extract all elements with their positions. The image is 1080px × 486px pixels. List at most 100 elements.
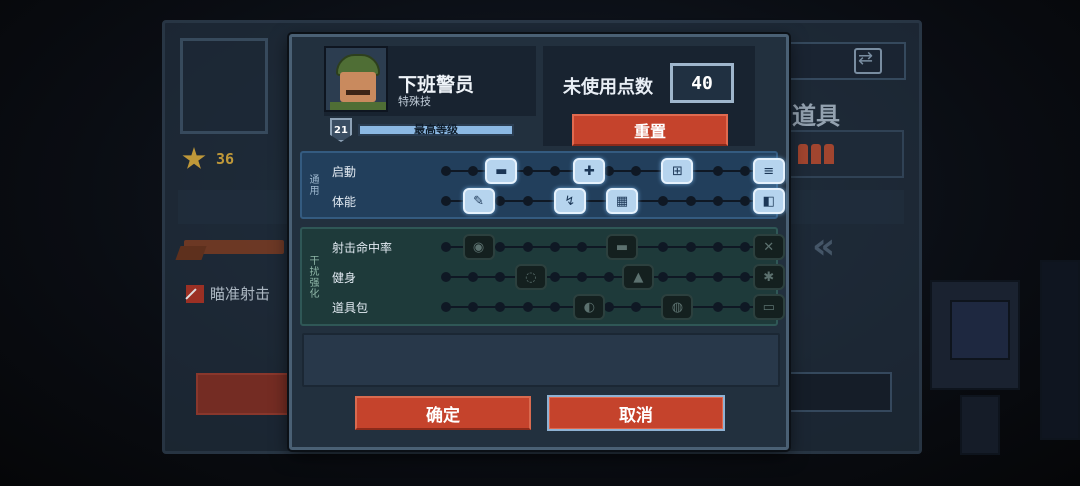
- track-dot: [712, 166, 723, 176]
- skill-label: 启動: [332, 165, 357, 179]
- cancel-button[interactable]: 取消: [547, 395, 725, 431]
- track-dot: [549, 272, 560, 282]
- track-dot: [576, 242, 587, 252]
- track-dot: [522, 302, 533, 312]
- skill-label: 健身: [332, 271, 357, 285]
- track-dot: [712, 196, 723, 206]
- skill-tree-dialog: 下班警员 特殊技 21 最高等级 未使用点数 40 重置 通用 启動 ▬ ✚ ⊞ ≡ …: [289, 34, 789, 450]
- track-dot: [685, 272, 696, 282]
- battery-icon[interactable]: ▭: [752, 294, 785, 320]
- level-label: 最高等级: [414, 123, 458, 136]
- bag-icon[interactable]: ◐: [573, 294, 606, 320]
- unused-points-value: 40: [670, 63, 734, 103]
- unused-points-label: 未使用点数: [563, 77, 653, 98]
- base-hero-portrait: [180, 38, 268, 134]
- hero-subtitle: 特殊技: [398, 95, 431, 108]
- track-dot: [685, 196, 696, 206]
- skill-label: 体能: [332, 195, 357, 209]
- items-title: 道具: [792, 102, 840, 130]
- track-dot: [712, 302, 723, 312]
- track-dot: [712, 272, 723, 282]
- sprint-icon[interactable]: ↯: [553, 188, 586, 214]
- armor-icon[interactable]: ▦: [606, 188, 639, 214]
- hero-portrait: [324, 46, 388, 112]
- rifle-icon: [184, 240, 284, 254]
- skill-row: 启動 ▬ ✚ ⊞ ≡: [326, 157, 785, 185]
- track-dot: [495, 272, 506, 282]
- track-dot: [441, 196, 451, 206]
- skill-row: 健身 ◌ ▲ ✱: [326, 263, 785, 291]
- track-dot: [522, 242, 533, 252]
- track-dot: [549, 242, 560, 252]
- crosshair-icon[interactable]: ✕: [752, 234, 785, 260]
- track-dot: [658, 242, 669, 252]
- track-dot: [604, 166, 614, 176]
- track-dot: [739, 242, 750, 252]
- bullet-icon[interactable]: ◉: [462, 234, 495, 260]
- track-dot: [495, 196, 506, 206]
- background-wall: [1040, 260, 1080, 440]
- rifle-icon[interactable]: ▬: [606, 234, 639, 260]
- group-tab-interfere: 干扰强化: [307, 254, 318, 299]
- knife-icon[interactable]: ✎: [462, 188, 495, 214]
- track-dot: [522, 166, 533, 176]
- flask-icon[interactable]: ◧: [752, 188, 785, 214]
- reset-button[interactable]: 重置: [572, 114, 728, 146]
- track-dot: [495, 242, 506, 252]
- track-dot: [712, 242, 723, 252]
- track-dot: [441, 242, 451, 252]
- chevron-left-icon: «: [812, 226, 836, 267]
- crate-icon[interactable]: ≡: [752, 158, 785, 184]
- base-input-box: [786, 372, 892, 412]
- aim-shot-skill: 瞄准射击: [186, 283, 270, 304]
- skill-group-general: 通用 启動 ▬ ✚ ⊞ ≡ 体能 ✎ ↯ ▦ ◧: [300, 151, 785, 219]
- level-badge: 21: [330, 118, 352, 142]
- track-dot: [441, 166, 451, 176]
- track-dot: [441, 302, 451, 312]
- track-dot: [468, 272, 479, 282]
- track-dot: [522, 196, 533, 206]
- swap-icon: [854, 48, 882, 74]
- track-dot: [685, 242, 696, 252]
- star-icon: [182, 147, 206, 169]
- hero-card: 下班警员 特殊技: [324, 46, 536, 116]
- track-dot: [549, 302, 560, 312]
- track-dot: [441, 272, 451, 282]
- track-dot: [658, 196, 669, 206]
- points-card: 未使用点数 40 重置: [543, 46, 755, 146]
- skill-row: 道具包 ◐ ◍ ▭: [326, 293, 785, 321]
- skill-description-panel: [302, 333, 780, 387]
- track-dot: [576, 272, 587, 282]
- background-cabinet-window: [950, 300, 1010, 360]
- aim-shot-label: 瞄准射击: [210, 285, 271, 303]
- skill-group-interfere: 干扰强化 射击命中率 ◉ ▬ ✕ 健身 ◌ ▲ ✱ 道具包 ◐ ◍ ▭: [300, 227, 785, 326]
- shield-plus-icon[interactable]: ✚: [573, 158, 606, 184]
- track-dot: [631, 166, 642, 176]
- strength-icon[interactable]: ✱: [752, 264, 785, 290]
- fist-icon[interactable]: ◌: [514, 264, 547, 290]
- medkit-icon[interactable]: ⊞: [661, 158, 694, 184]
- track-dot: [739, 302, 750, 312]
- track-dot: [468, 166, 479, 176]
- ammo-icon: [798, 144, 842, 166]
- skill-label: 射击命中率: [332, 241, 393, 255]
- track-dot: [468, 302, 479, 312]
- base-action-button: [196, 373, 292, 415]
- aim-icon: [186, 284, 204, 303]
- group-tab-general: 通用: [307, 174, 318, 196]
- track-dot: [739, 166, 750, 176]
- skill-row: 射击命中率 ◉ ▬ ✕: [326, 233, 785, 261]
- grenade-icon[interactable]: ◍: [661, 294, 694, 320]
- track-dot: [658, 272, 669, 282]
- star-count: 36: [182, 146, 268, 172]
- track-dot: [739, 272, 750, 282]
- track-dot: [549, 166, 560, 176]
- skill-label: 道具包: [332, 301, 369, 315]
- ammo-clip-icon[interactable]: ▬: [485, 158, 518, 184]
- confirm-button[interactable]: 确定: [355, 396, 531, 430]
- skill-row: 体能 ✎ ↯ ▦ ◧: [326, 187, 785, 215]
- background-stool: [960, 395, 1000, 455]
- track-dot: [631, 302, 642, 312]
- star-value: 36: [216, 150, 235, 168]
- dash-icon[interactable]: ▲: [622, 264, 655, 290]
